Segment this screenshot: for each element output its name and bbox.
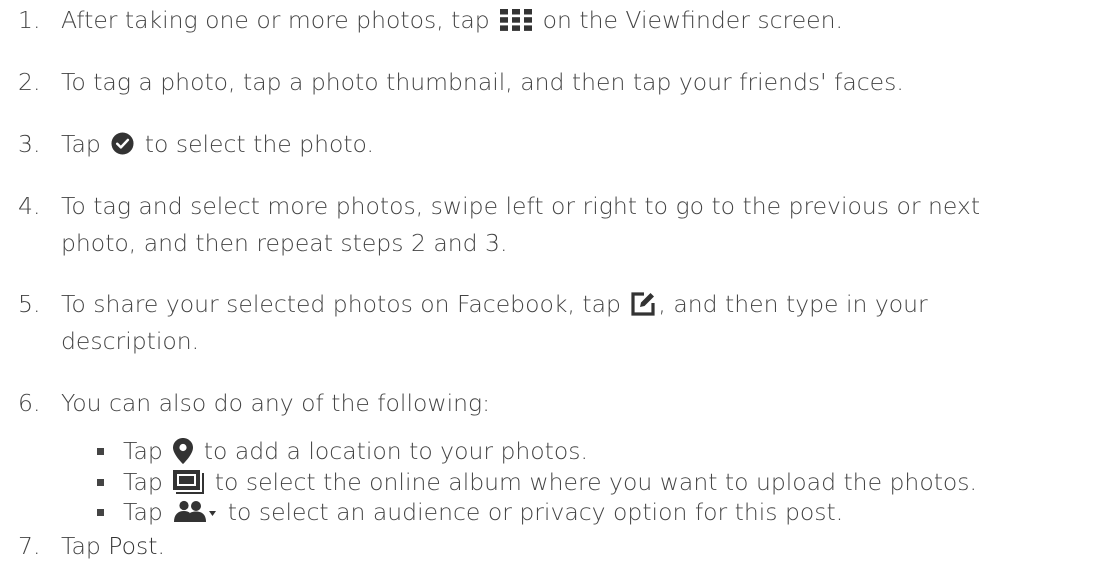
step-number: 3.	[18, 130, 41, 158]
step-4-line-2: photo, and then repeat steps 2 and 3.	[61, 229, 508, 257]
step-text: After taking one or more photos, tap	[61, 6, 490, 34]
step-1-text: After taking one or more photos, tap on …	[61, 6, 843, 34]
step-text: .	[157, 532, 165, 560]
edit-icon	[631, 291, 656, 316]
step-number: 1.	[18, 6, 41, 34]
sub-item-text: to select an audience or privacy option …	[227, 498, 844, 526]
bullet	[97, 448, 104, 455]
step-6-text: You can also do any of the following:	[61, 389, 491, 417]
post-button-label: Post	[108, 532, 158, 560]
step-text: , and then type in your	[658, 290, 928, 318]
bullet	[97, 509, 104, 516]
album-icon	[173, 469, 205, 494]
step-5-line-1: To share your selected photos on Faceboo…	[61, 290, 928, 318]
check-circle-icon	[111, 132, 134, 155]
step-number: 2.	[18, 68, 41, 96]
step-7-text: Tap Post.	[61, 532, 165, 560]
step-text: on the Viewfinder screen.	[542, 6, 843, 34]
step-number: 5.	[18, 290, 41, 318]
sub-item-text: Tap	[123, 468, 163, 496]
step-number: 6.	[18, 389, 41, 417]
step-number: 7.	[18, 532, 41, 560]
sub-item-text: Tap	[123, 437, 163, 465]
sub-item-album: Tap to select the online album where you…	[123, 468, 977, 496]
step-text: Tap	[61, 532, 101, 560]
step-4-line-1: To tag and select more photos, swipe lef…	[61, 192, 981, 220]
sub-item-location: Tap to add a location to your photos.	[123, 437, 588, 466]
sub-item-text: Tap	[123, 498, 163, 526]
sub-item-text: to select the online album where you wan…	[214, 468, 978, 496]
step-3-text: Tap to select the photo.	[61, 130, 374, 158]
location-pin-icon	[173, 437, 194, 464]
sub-item-text: to add a location to your photos.	[203, 437, 588, 465]
step-5-line-2: description.	[61, 327, 200, 355]
step-text: To share your selected photos on Faceboo…	[61, 290, 621, 318]
sub-item-audience: Tap to select an audience or privacy opt…	[123, 498, 843, 526]
bullet	[97, 479, 104, 486]
step-2-text: To tag a photo, tap a photo thumbnail, a…	[61, 68, 904, 96]
step-text: Tap	[61, 130, 101, 158]
step-text: to select the photo.	[144, 130, 374, 158]
grid-icon	[500, 8, 533, 31]
audience-icon	[173, 500, 217, 524]
step-number: 4.	[18, 192, 41, 220]
